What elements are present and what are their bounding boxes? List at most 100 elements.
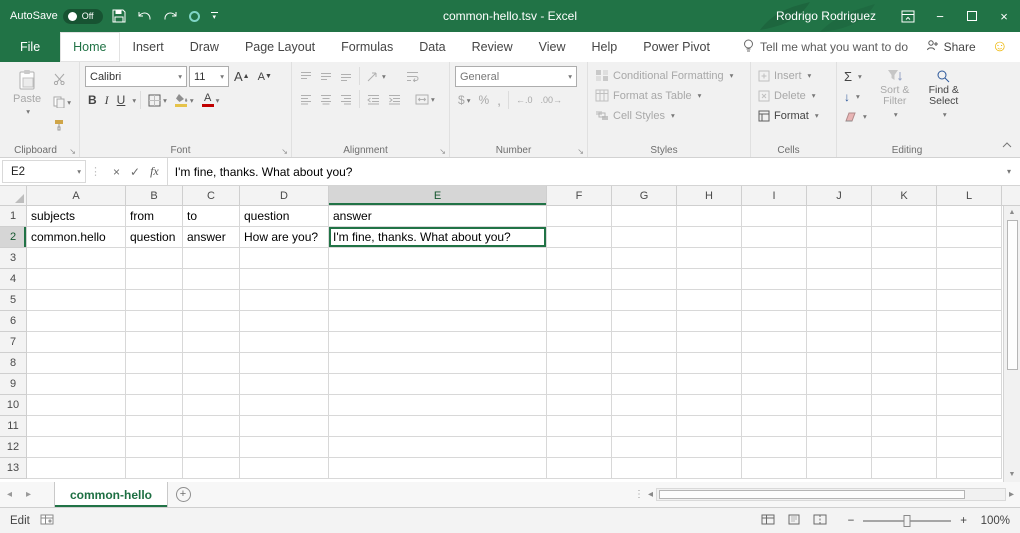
percent-style-button[interactable]: % <box>475 90 492 110</box>
cell-K5[interactable] <box>872 290 937 311</box>
scroll-left-icon[interactable]: ◂ <box>648 489 653 500</box>
cell-K6[interactable] <box>872 311 937 332</box>
zoom-level[interactable]: 100% <box>976 515 1010 527</box>
cell-K4[interactable] <box>872 269 937 290</box>
user-name[interactable]: Rodrigo Rodriguez <box>776 9 876 23</box>
collapse-ribbon-button[interactable] <box>1002 135 1012 153</box>
scroll-up-icon[interactable]: ▲ <box>1009 209 1016 217</box>
column-header-H[interactable]: H <box>677 186 742 206</box>
align-right-button[interactable] <box>337 89 355 109</box>
row-header-2[interactable]: 2 <box>0 227 27 248</box>
tab-view[interactable]: View <box>526 32 579 62</box>
column-header-G[interactable]: G <box>612 186 677 206</box>
wrap-text-button[interactable] <box>403 66 422 86</box>
vertical-scrollbar[interactable]: ▲ ▼ <box>1003 206 1020 482</box>
cell-J7[interactable] <box>807 332 872 353</box>
cell-F12[interactable] <box>547 437 612 458</box>
cell-A11[interactable] <box>27 416 126 437</box>
cell-J8[interactable] <box>807 353 872 374</box>
macro-record-button[interactable] <box>40 514 54 528</box>
cell-I5[interactable] <box>742 290 807 311</box>
cell-C10[interactable] <box>183 395 240 416</box>
increase-decimal-button[interactable]: ←.0 <box>513 90 536 110</box>
cell-E3[interactable] <box>329 248 547 269</box>
zoom-in-button[interactable]: + <box>960 515 967 527</box>
tab-data[interactable]: Data <box>406 32 458 62</box>
cell-J1[interactable] <box>807 206 872 227</box>
cell-C4[interactable] <box>183 269 240 290</box>
middle-align-button[interactable] <box>317 66 335 86</box>
tab-draw[interactable]: Draw <box>177 32 232 62</box>
cell-D6[interactable] <box>240 311 329 332</box>
tab-page-layout[interactable]: Page Layout <box>232 32 328 62</box>
cell-E6[interactable] <box>329 311 547 332</box>
cell-D8[interactable] <box>240 353 329 374</box>
cell-F1[interactable] <box>547 206 612 227</box>
cell-J5[interactable] <box>807 290 872 311</box>
tab-insert[interactable]: Insert <box>120 32 177 62</box>
cell-K9[interactable] <box>872 374 937 395</box>
cell-G12[interactable] <box>612 437 677 458</box>
cell-B2[interactable]: question <box>126 227 183 248</box>
cell-A3[interactable] <box>27 248 126 269</box>
tab-scroll-splitter[interactable]: ⋮ <box>630 482 648 507</box>
cell-H10[interactable] <box>677 395 742 416</box>
cell-A13[interactable] <box>27 458 126 479</box>
cell-L12[interactable] <box>937 437 1002 458</box>
cell-B8[interactable] <box>126 353 183 374</box>
accounting-format-button[interactable]: $▾ <box>455 90 473 110</box>
cell-B5[interactable] <box>126 290 183 311</box>
zoom-out-button[interactable]: − <box>848 515 855 527</box>
cell-E13[interactable] <box>329 458 547 479</box>
cell-K10[interactable] <box>872 395 937 416</box>
row-header-3[interactable]: 3 <box>0 248 27 269</box>
cell-L5[interactable] <box>937 290 1002 311</box>
cell-H1[interactable] <box>677 206 742 227</box>
row-header-13[interactable]: 13 <box>0 458 27 479</box>
zoom-slider-handle[interactable] <box>904 515 911 527</box>
cell-A2[interactable]: common.hello <box>27 227 126 248</box>
scroll-down-icon[interactable]: ▼ <box>1009 471 1016 479</box>
cell-F8[interactable] <box>547 353 612 374</box>
paste-button[interactable]: Paste ▾ <box>7 66 47 116</box>
cell-I10[interactable] <box>742 395 807 416</box>
cell-I1[interactable] <box>742 206 807 227</box>
cell-A12[interactable] <box>27 437 126 458</box>
cell-H2[interactable] <box>677 227 742 248</box>
cell-D9[interactable] <box>240 374 329 395</box>
row-header-1[interactable]: 1 <box>0 206 27 227</box>
cell-styles-button[interactable]: Cell Styles▾ <box>593 106 735 125</box>
font-size-select[interactable]: 11▾ <box>189 66 229 87</box>
column-header-D[interactable]: D <box>240 186 329 206</box>
horizontal-scrollbar[interactable]: ◂ ▸ <box>648 482 1020 507</box>
select-all-button[interactable] <box>0 186 27 206</box>
formula-bar-splitter[interactable]: ⋮ <box>86 158 105 185</box>
cell-H4[interactable] <box>677 269 742 290</box>
cell-F9[interactable] <box>547 374 612 395</box>
cell-I3[interactable] <box>742 248 807 269</box>
cell-J12[interactable] <box>807 437 872 458</box>
sheet-nav-left-icon[interactable]: ◂ <box>0 482 19 507</box>
row-header-11[interactable]: 11 <box>0 416 27 437</box>
row-header-10[interactable]: 10 <box>0 395 27 416</box>
cell-C8[interactable] <box>183 353 240 374</box>
column-header-B[interactable]: B <box>126 186 183 206</box>
cell-D7[interactable] <box>240 332 329 353</box>
cell-C3[interactable] <box>183 248 240 269</box>
cell-J9[interactable] <box>807 374 872 395</box>
horizontal-scrollbar-thumb[interactable] <box>659 490 965 499</box>
cell-F5[interactable] <box>547 290 612 311</box>
redo-icon[interactable] <box>163 10 178 22</box>
formula-input[interactable]: I'm fine, thanks. What about you? <box>168 158 998 185</box>
cell-A7[interactable] <box>27 332 126 353</box>
cell-F4[interactable] <box>547 269 612 290</box>
cell-K8[interactable] <box>872 353 937 374</box>
cell-A5[interactable] <box>27 290 126 311</box>
row-header-4[interactable]: 4 <box>0 269 27 290</box>
cell-L7[interactable] <box>937 332 1002 353</box>
cell-B9[interactable] <box>126 374 183 395</box>
cell-F6[interactable] <box>547 311 612 332</box>
cell-E12[interactable] <box>329 437 547 458</box>
row-header-7[interactable]: 7 <box>0 332 27 353</box>
cell-H13[interactable] <box>677 458 742 479</box>
